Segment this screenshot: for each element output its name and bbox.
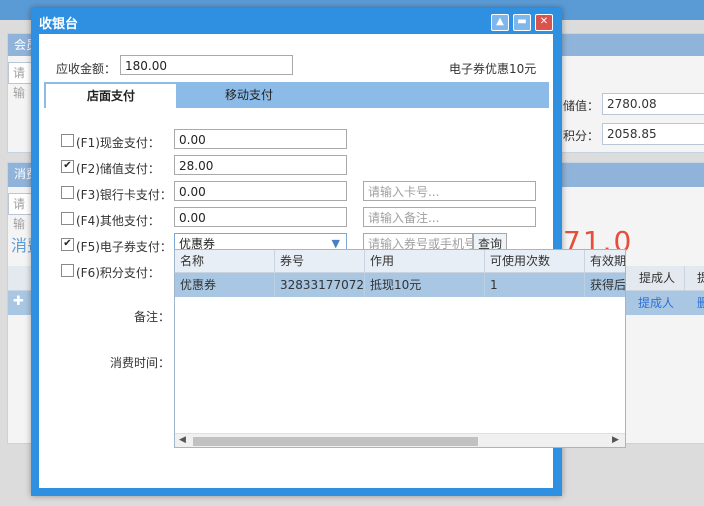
bank-card-label: (F3)银行卡支付： <box>76 188 172 202</box>
promo-text: 电子券优惠10元 <box>449 62 537 76</box>
close-button[interactable]: ✕ <box>535 14 553 31</box>
check-icon: ✔ <box>63 160 72 171</box>
points-label: 积分： <box>563 129 600 143</box>
grid-cell-effect: 抵现10元 <box>365 273 485 297</box>
other-remark-input[interactable]: 请输入备注... <box>363 207 536 227</box>
grid-col-name: 名称 <box>175 250 275 272</box>
collapse-button[interactable]: ▲ <box>491 14 509 31</box>
minimize-button[interactable]: ▬ <box>513 14 531 31</box>
dialog-title: 收银台 <box>39 17 79 32</box>
grid-col-number: 券号 <box>275 250 365 272</box>
check-icon: ✔ <box>63 238 72 249</box>
consume-time-label: 消费时间： <box>110 356 171 370</box>
stored-value-label: (F2)储值支付： <box>76 162 160 176</box>
other-payment-checkbox[interactable] <box>61 212 74 225</box>
coupon-checkbox[interactable]: ✔ <box>61 238 74 251</box>
tab-store-payment[interactable]: 店面支付 <box>46 84 176 108</box>
cash-label: (F1)现金支付： <box>76 136 160 150</box>
minimize-icon: ▬ <box>517 16 527 27</box>
expand-icon[interactable]: ✚ <box>13 294 24 309</box>
grid-col-effect: 作用 <box>365 250 485 272</box>
table-row[interactable]: 优惠券 328331770720 抵现10元 1 获得后 <box>175 273 625 297</box>
points-checkbox[interactable] <box>61 264 74 277</box>
remark-label: 备注： <box>134 310 171 324</box>
row-submitter-link[interactable]: 提成人 <box>638 291 674 315</box>
due-amount-input[interactable]: 180.00 <box>120 55 293 75</box>
col-submitter-2: 提 <box>684 266 704 290</box>
points-field: 2058.85 <box>602 123 704 145</box>
scroll-right-icon[interactable]: ▶ <box>612 435 619 445</box>
balance-label: 储值： <box>563 99 600 113</box>
grid-cell-name: 优惠券 <box>175 273 275 297</box>
coupon-dropdown-grid: 名称 券号 作用 可使用次数 有效期 优惠券 328331770720 抵现10… <box>174 249 626 448</box>
grid-col-uses: 可使用次数 <box>485 250 585 272</box>
scrollbar-thumb[interactable] <box>193 437 478 446</box>
horizontal-scrollbar[interactable]: ◀ ▶ <box>175 433 625 447</box>
cash-checkbox[interactable] <box>61 134 74 147</box>
stored-value-checkbox[interactable]: ✔ <box>61 160 74 173</box>
points-payment-label: (F6)积分支付： <box>76 266 160 280</box>
grid-cell-validity: 获得后 <box>590 278 625 292</box>
close-icon: ✕ <box>539 16 549 27</box>
balance-field: 2780.08 <box>602 93 704 115</box>
other-payment-label: (F4)其他支付： <box>76 214 160 228</box>
grid-header: 名称 券号 作用 可使用次数 有效期 <box>175 250 625 273</box>
row-delete-link[interactable]: 删 <box>697 291 704 315</box>
other-payment-input[interactable]: 0.00 <box>174 207 347 227</box>
grid-cell-uses: 1 <box>485 273 585 297</box>
bank-card-input[interactable]: 0.00 <box>174 181 347 201</box>
cash-input[interactable]: 0.00 <box>174 129 347 149</box>
card-number-input[interactable]: 请输入卡号... <box>363 181 536 201</box>
payment-tabs: 店面支付 移动支付 <box>44 82 549 108</box>
grid-cell-number: 328331770720 <box>275 273 365 297</box>
grid-col-validity: 有效期 <box>590 254 625 268</box>
coupon-label: (F5)电子券支付： <box>76 240 172 254</box>
tab-mobile-payment[interactable]: 移动支付 <box>184 82 314 108</box>
col-submitter: 提成人 <box>624 266 684 290</box>
bank-card-checkbox[interactable] <box>61 186 74 199</box>
chevron-up-icon: ▲ <box>496 16 504 27</box>
scroll-left-icon[interactable]: ◀ <box>179 435 186 445</box>
due-amount-label: 应收金额： <box>56 62 117 76</box>
stored-value-input[interactable]: 28.00 <box>174 155 347 175</box>
